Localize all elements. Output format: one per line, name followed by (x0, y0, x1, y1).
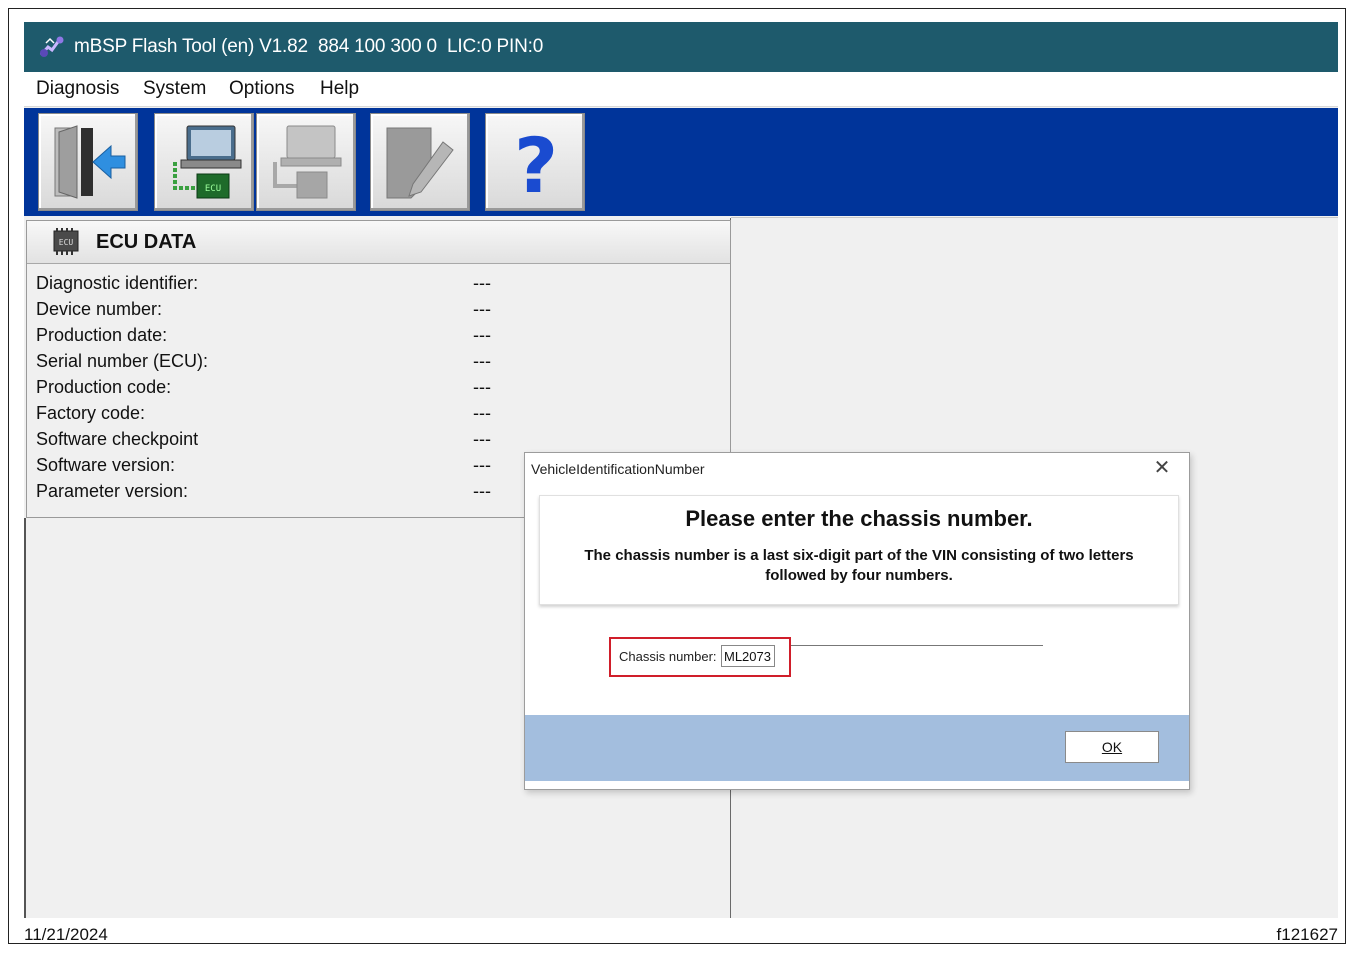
ecu-data-header: ECU ECU DATA (27, 221, 730, 264)
chassis-number-label: Chassis number: (619, 649, 717, 664)
ecu-chip-text: ECU (205, 184, 221, 194)
ecu-row-label: Production code: (36, 377, 172, 397)
menu-diagnosis[interactable]: Diagnosis (36, 78, 119, 100)
ecu-row-value: --- (473, 455, 491, 475)
dialog-message-card: Please enter the chassis number. The cha… (539, 495, 1179, 605)
ecu-row: Diagnostic identifier: --- (36, 273, 726, 299)
dialog-title: VehicleIdentificationNumber (531, 461, 705, 477)
ecu-row-label: Diagnostic identifier: (36, 273, 199, 293)
menu-system[interactable]: System (143, 78, 206, 100)
ecu-row-label: Software checkpoint (36, 429, 199, 449)
ecu-header-chip-text: ECU (59, 238, 74, 247)
flash-ecu-button[interactable] (256, 113, 356, 211)
ecu-row-value: --- (473, 403, 491, 423)
help-button[interactable]: ? (485, 113, 585, 211)
ecu-row-value: --- (473, 377, 491, 397)
ecu-row: Device number: --- (36, 299, 726, 325)
ecu-row-label: Parameter version: (36, 481, 189, 501)
ecu-row-value: --- (473, 325, 491, 345)
ecu-connect-button[interactable]: ECU (154, 113, 254, 211)
ecu-row-value: --- (473, 429, 491, 449)
close-icon[interactable]: ✕ (1149, 455, 1175, 481)
svg-text:?: ? (514, 122, 558, 202)
ecu-row-value: --- (473, 481, 491, 501)
ecu-row-label: Factory code: (36, 403, 146, 423)
vin-dialog: VehicleIdentificationNumber ✕ Please ent… (524, 452, 1190, 790)
ecu-row-label: Production date: (36, 325, 168, 345)
menu-bar: Diagnosis System Options Help (24, 72, 1338, 107)
ecu-row-label: Software version: (36, 455, 176, 475)
document-date: 11/21/2024 (24, 925, 108, 944)
ecu-row: Production code: --- (36, 377, 726, 403)
ecu-row-label: Device number: (36, 299, 163, 319)
dialog-description: The chassis number is a last six-digit p… (584, 547, 1134, 584)
figure-code: f121627 (1276, 925, 1338, 944)
ecu-row-value: --- (473, 273, 491, 293)
menu-help[interactable]: Help (320, 78, 359, 100)
ecu-row: Serial number (ECU): --- (36, 351, 726, 377)
right-pane-top-border (731, 217, 1338, 218)
title-bar[interactable]: mBSP Flash Tool (en) V1.82 884 100 300 0… (24, 22, 1338, 72)
window-title: mBSP Flash Tool (en) V1.82 884 100 300 0… (74, 36, 544, 57)
ecu-row-label: Serial number (ECU): (36, 351, 209, 371)
left-pane-border (24, 518, 26, 918)
mbsp-app-icon (38, 35, 64, 59)
ecu-chip-icon: ECU (51, 227, 81, 262)
exit-button[interactable] (38, 113, 138, 211)
ecu-row: Production date: --- (36, 325, 726, 351)
chassis-input-underline (791, 645, 1043, 646)
ok-button[interactable]: OK (1065, 731, 1159, 763)
dialog-footer: OK (525, 715, 1189, 781)
menu-options[interactable]: Options (229, 78, 294, 100)
ecu-row: Factory code: --- (36, 403, 726, 429)
chassis-number-input[interactable] (721, 645, 775, 667)
toolbar: ECU ? (24, 108, 1338, 216)
dialog-heading: Please enter the chassis number. (685, 506, 1033, 531)
ecu-row-value: --- (473, 351, 491, 371)
ecu-data-title: ECU DATA (96, 231, 197, 253)
edit-parameter-button[interactable] (370, 113, 470, 211)
ecu-row-value: --- (473, 299, 491, 319)
